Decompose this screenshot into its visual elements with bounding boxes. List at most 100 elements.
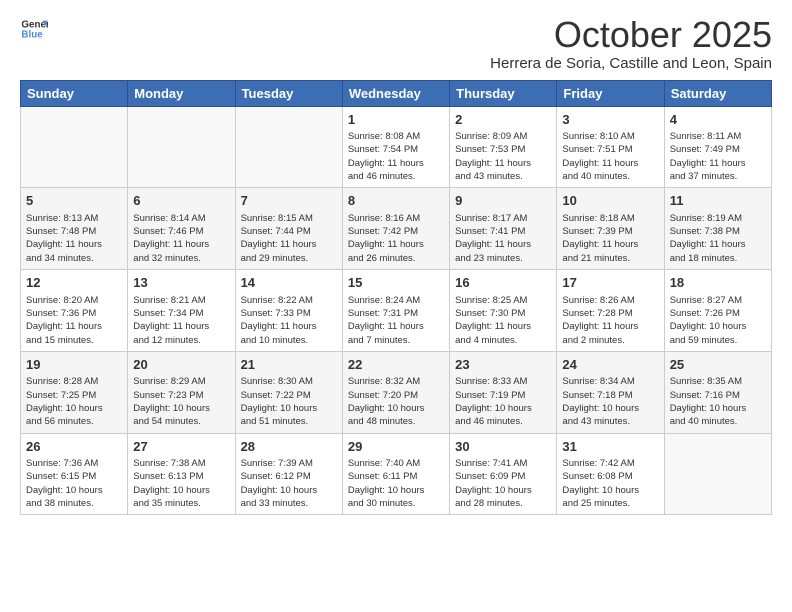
day-number: 18 bbox=[670, 274, 766, 292]
table-row: 29Sunrise: 7:40 AM Sunset: 6:11 PM Dayli… bbox=[342, 433, 449, 515]
day-number: 1 bbox=[348, 111, 444, 129]
table-row: 3Sunrise: 8:10 AM Sunset: 7:51 PM Daylig… bbox=[557, 106, 664, 188]
calendar-week-row: 1Sunrise: 8:08 AM Sunset: 7:54 PM Daylig… bbox=[21, 106, 772, 188]
day-number: 17 bbox=[562, 274, 658, 292]
table-row: 6 Sunrise: 8:14 AM Sunset: 7:46 PM Daylig… bbox=[128, 188, 235, 270]
day-number: 28 bbox=[241, 438, 337, 456]
col-thursday: Thursday bbox=[450, 80, 557, 106]
day-info: Sunrise: 8:35 AM Sunset: 7:16 PM Dayligh… bbox=[670, 375, 766, 428]
day-number: 7 bbox=[241, 192, 337, 210]
day-number: 10 bbox=[562, 192, 658, 210]
page: General Blue October 2025 Herrera de Sor… bbox=[0, 0, 792, 612]
logo: General Blue bbox=[20, 15, 48, 43]
day-number: 3 bbox=[562, 111, 658, 129]
day-info: Sunrise: 8:29 AM Sunset: 7:23 PM Dayligh… bbox=[133, 375, 229, 428]
day-number: 25 bbox=[670, 356, 766, 374]
calendar-week-row: 26Sunrise: 7:36 AM Sunset: 6:15 PM Dayli… bbox=[21, 433, 772, 515]
col-monday: Monday bbox=[128, 80, 235, 106]
table-row: 21Sunrise: 8:30 AM Sunset: 7:22 PM Dayli… bbox=[235, 351, 342, 433]
day-info: Sunrise: 8:24 AM Sunset: 7:31 PM Dayligh… bbox=[348, 294, 444, 347]
day-number: 11 bbox=[670, 192, 766, 210]
table-row: 25Sunrise: 8:35 AM Sunset: 7:16 PM Dayli… bbox=[664, 351, 771, 433]
day-info: Sunrise: 8:10 AM Sunset: 7:51 PM Dayligh… bbox=[562, 130, 658, 183]
day-info: Sunrise: 8:11 AM Sunset: 7:49 PM Dayligh… bbox=[670, 130, 766, 183]
day-number: 4 bbox=[670, 111, 766, 129]
header: General Blue October 2025 Herrera de Sor… bbox=[20, 15, 772, 72]
day-number: 5 bbox=[26, 192, 122, 210]
day-info: Sunrise: 8:15 AM Sunset: 7:44 PM Dayligh… bbox=[241, 212, 337, 265]
table-row: 28Sunrise: 7:39 AM Sunset: 6:12 PM Dayli… bbox=[235, 433, 342, 515]
day-number: 2 bbox=[455, 111, 551, 129]
calendar-week-row: 19Sunrise: 8:28 AM Sunset: 7:25 PM Dayli… bbox=[21, 351, 772, 433]
table-row: 31Sunrise: 7:42 AM Sunset: 6:08 PM Dayli… bbox=[557, 433, 664, 515]
day-number: 8 bbox=[348, 192, 444, 210]
month-title: October 2025 bbox=[490, 15, 772, 55]
calendar: Sunday Monday Tuesday Wednesday Thursday… bbox=[20, 80, 772, 516]
day-info: Sunrise: 8:19 AM Sunset: 7:38 PM Dayligh… bbox=[670, 212, 766, 265]
day-number: 19 bbox=[26, 356, 122, 374]
table-row: 27Sunrise: 7:38 AM Sunset: 6:13 PM Dayli… bbox=[128, 433, 235, 515]
location-title: Herrera de Soria, Castille and Leon, Spa… bbox=[490, 55, 772, 72]
table-row bbox=[128, 106, 235, 188]
calendar-week-row: 12 Sunrise: 8:20 AM Sunset: 7:36 PM Dayli… bbox=[21, 270, 772, 352]
day-number: 15 bbox=[348, 274, 444, 292]
day-info: Sunrise: 8:22 AM Sunset: 7:33 PM Dayligh… bbox=[241, 294, 337, 347]
day-number: 24 bbox=[562, 356, 658, 374]
table-row: 5Sunrise: 8:13 AM Sunset: 7:48 PM Daylig… bbox=[21, 188, 128, 270]
day-number: 12 bbox=[26, 274, 122, 292]
table-row bbox=[235, 106, 342, 188]
day-number: 26 bbox=[26, 438, 122, 456]
day-info: Sunrise: 8:32 AM Sunset: 7:20 PM Dayligh… bbox=[348, 375, 444, 428]
day-number: 16 bbox=[455, 274, 551, 292]
logo-icon: General Blue bbox=[20, 15, 48, 43]
table-row: 8 Sunrise: 8:16 AM Sunset: 7:42 PM Daylig… bbox=[342, 188, 449, 270]
calendar-week-row: 5Sunrise: 8:13 AM Sunset: 7:48 PM Daylig… bbox=[21, 188, 772, 270]
table-row: 17 Sunrise: 8:26 AM Sunset: 7:28 PM Dayli… bbox=[557, 270, 664, 352]
table-row: 12 Sunrise: 8:20 AM Sunset: 7:36 PM Dayli… bbox=[21, 270, 128, 352]
table-row: 2Sunrise: 8:09 AM Sunset: 7:53 PM Daylig… bbox=[450, 106, 557, 188]
day-info: Sunrise: 7:38 AM Sunset: 6:13 PM Dayligh… bbox=[133, 457, 229, 510]
day-info: Sunrise: 8:30 AM Sunset: 7:22 PM Dayligh… bbox=[241, 375, 337, 428]
table-row: 24Sunrise: 8:34 AM Sunset: 7:18 PM Dayli… bbox=[557, 351, 664, 433]
day-info: Sunrise: 7:39 AM Sunset: 6:12 PM Dayligh… bbox=[241, 457, 337, 510]
table-row: 15 Sunrise: 8:24 AM Sunset: 7:31 PM Dayli… bbox=[342, 270, 449, 352]
table-row: 26Sunrise: 7:36 AM Sunset: 6:15 PM Dayli… bbox=[21, 433, 128, 515]
table-row: 1Sunrise: 8:08 AM Sunset: 7:54 PM Daylig… bbox=[342, 106, 449, 188]
day-number: 6 bbox=[133, 192, 229, 210]
day-number: 14 bbox=[241, 274, 337, 292]
day-info: Sunrise: 8:25 AM Sunset: 7:30 PM Dayligh… bbox=[455, 294, 551, 347]
day-number: 31 bbox=[562, 438, 658, 456]
day-number: 21 bbox=[241, 356, 337, 374]
day-info: Sunrise: 8:21 AM Sunset: 7:34 PM Dayligh… bbox=[133, 294, 229, 347]
day-info: Sunrise: 8:27 AM Sunset: 7:26 PM Dayligh… bbox=[670, 294, 766, 347]
day-info: Sunrise: 8:26 AM Sunset: 7:28 PM Dayligh… bbox=[562, 294, 658, 347]
table-row bbox=[21, 106, 128, 188]
col-sunday: Sunday bbox=[21, 80, 128, 106]
table-row: 9Sunrise: 8:17 AM Sunset: 7:41 PM Daylig… bbox=[450, 188, 557, 270]
table-row: 23Sunrise: 8:33 AM Sunset: 7:19 PM Dayli… bbox=[450, 351, 557, 433]
table-row bbox=[664, 433, 771, 515]
day-number: 30 bbox=[455, 438, 551, 456]
day-info: Sunrise: 7:36 AM Sunset: 6:15 PM Dayligh… bbox=[26, 457, 122, 510]
day-info: Sunrise: 8:28 AM Sunset: 7:25 PM Dayligh… bbox=[26, 375, 122, 428]
day-info: Sunrise: 8:14 AM Sunset: 7:46 PM Dayligh… bbox=[133, 212, 229, 265]
day-number: 20 bbox=[133, 356, 229, 374]
day-number: 29 bbox=[348, 438, 444, 456]
day-info: Sunrise: 8:18 AM Sunset: 7:39 PM Dayligh… bbox=[562, 212, 658, 265]
day-number: 27 bbox=[133, 438, 229, 456]
col-saturday: Saturday bbox=[664, 80, 771, 106]
col-wednesday: Wednesday bbox=[342, 80, 449, 106]
day-info: Sunrise: 8:08 AM Sunset: 7:54 PM Dayligh… bbox=[348, 130, 444, 183]
table-row: 7 Sunrise: 8:15 AM Sunset: 7:44 PM Daylig… bbox=[235, 188, 342, 270]
day-info: Sunrise: 8:34 AM Sunset: 7:18 PM Dayligh… bbox=[562, 375, 658, 428]
svg-text:Blue: Blue bbox=[21, 29, 43, 40]
day-info: Sunrise: 8:20 AM Sunset: 7:36 PM Dayligh… bbox=[26, 294, 122, 347]
table-row: 20Sunrise: 8:29 AM Sunset: 7:23 PM Dayli… bbox=[128, 351, 235, 433]
day-info: Sunrise: 7:42 AM Sunset: 6:08 PM Dayligh… bbox=[562, 457, 658, 510]
day-info: Sunrise: 7:41 AM Sunset: 6:09 PM Dayligh… bbox=[455, 457, 551, 510]
day-info: Sunrise: 8:16 AM Sunset: 7:42 PM Dayligh… bbox=[348, 212, 444, 265]
col-friday: Friday bbox=[557, 80, 664, 106]
day-info: Sunrise: 8:17 AM Sunset: 7:41 PM Dayligh… bbox=[455, 212, 551, 265]
title-block: October 2025 Herrera de Soria, Castille … bbox=[490, 15, 772, 72]
day-info: Sunrise: 8:09 AM Sunset: 7:53 PM Dayligh… bbox=[455, 130, 551, 183]
